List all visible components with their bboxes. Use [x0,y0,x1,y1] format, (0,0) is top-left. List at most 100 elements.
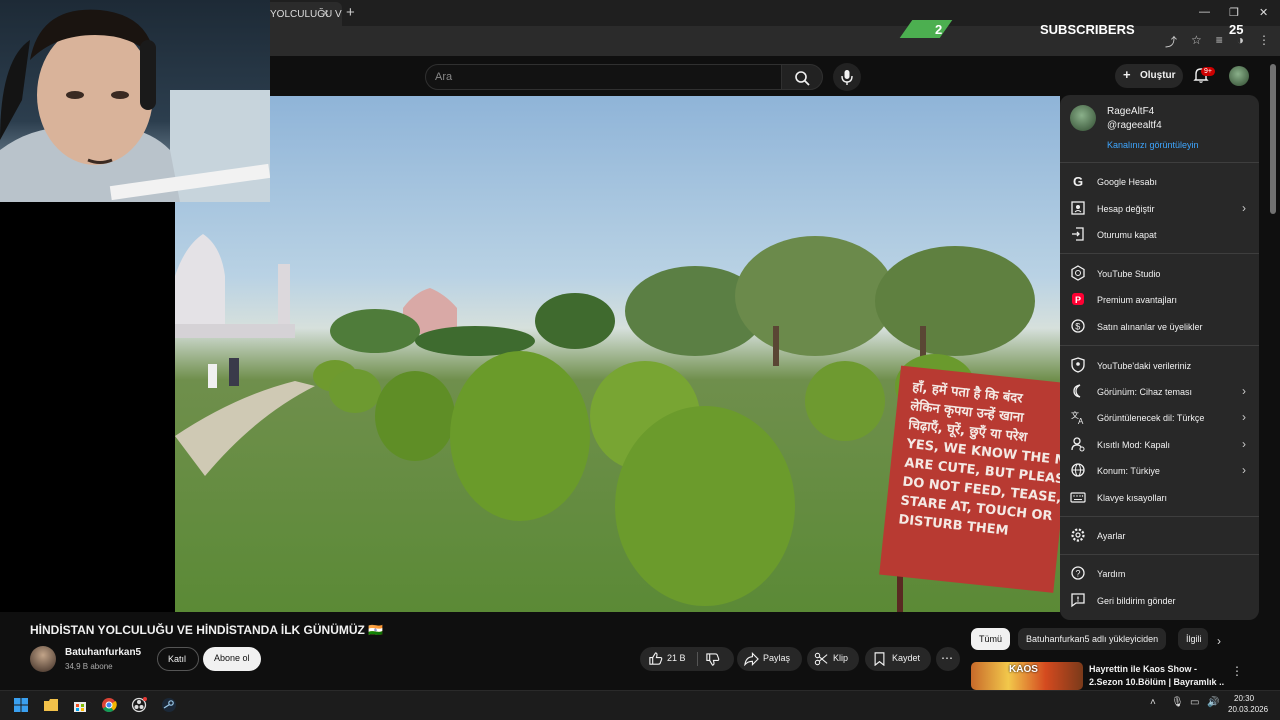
menu-item-label: YouTube'daki verileriniz [1097,361,1192,371]
minimize-button[interactable]: — [1199,6,1210,18]
purchases-icon: $ [1071,319,1085,333]
channel-name[interactable]: Batuhanfurkan5 [65,647,141,658]
search-input[interactable]: Ara [425,64,782,90]
menu-avatar [1070,105,1096,131]
menu-item-label: Ayarlar [1097,531,1126,541]
close-window-button[interactable]: ✕ [1259,6,1268,19]
recommendation-thumbnail[interactable]: KAOS [971,662,1083,690]
menu-item-send-feedback[interactable]: Geri bildirim gönder [1070,592,1252,612]
menu-item-premium-benefits[interactable]: P Premium avantajları [1070,291,1252,311]
cast-icon[interactable]: ≡ [1216,33,1223,50]
help-icon: ? [1071,566,1085,580]
maximize-button[interactable]: ❐ [1229,6,1239,19]
share-button[interactable]: Paylaş [737,647,802,671]
voice-search-button[interactable] [833,63,861,91]
subscribe-label: Abone ol [214,653,250,663]
switch-account-icon [1071,201,1085,215]
data-shield-icon [1071,357,1085,373]
like-button[interactable]: 21 B [640,647,697,671]
chrome-icon[interactable] [101,697,117,713]
join-button[interactable]: Katıl [157,647,199,671]
menu-item-label: Premium avantajları [1097,295,1178,305]
menu-item-label: Görüntülenecek dil: Türkçe [1097,413,1205,423]
account-name: RageAltF4 [1107,106,1155,117]
subscriber-goal: 25 [1229,22,1244,37]
menu-item-purchases[interactable]: $ Satın alınanlar ve üyelikler [1070,318,1252,338]
menu-item-appearance[interactable]: Görünüm: Cihaz teması › [1070,383,1252,403]
menu-item-google-account[interactable]: G Google Hesabı [1070,173,1252,193]
menu-item-label: Google Hesabı [1097,177,1158,187]
windows-start-icon[interactable] [13,697,29,713]
streamer-figure [0,9,270,202]
taskbar-time[interactable]: 20:30 [1234,694,1254,703]
svg-text:G: G [1073,174,1083,189]
microphone-tray-icon[interactable]: 🎙 [1171,697,1184,708]
share-page-icon[interactable]: ⤴ [1165,33,1177,50]
menu-item-location[interactable]: Konum: Türkiye › [1070,462,1252,482]
chevron-right-icon: › [1242,410,1246,424]
menu-item-label: YouTube Studio [1097,269,1161,279]
tab-close-icon[interactable]: × [322,6,329,20]
sign-out-icon [1072,227,1084,241]
menu-divider [1060,554,1259,555]
subscriber-label: SUBSCRIBERS [1040,22,1135,37]
menu-item-switch-account[interactable]: Hesap değiştir › [1070,200,1252,220]
view-channel-link[interactable]: Kanalınızı görüntüleyin [1107,140,1199,150]
clip-button[interactable]: Klip [807,647,859,671]
thumbs-down-icon [706,653,720,666]
create-button[interactable]: + Oluştur [1115,64,1183,88]
dislike-button[interactable] [698,647,734,671]
channel-avatar[interactable] [30,646,56,672]
webcam-overlay [0,0,270,202]
menu-item-label: Satın alınanlar ve üyelikler [1097,322,1203,332]
chip-related[interactable]: İlgili [1178,628,1208,650]
recommendation-title-line1[interactable]: Hayrettin ile Kaos Show - [1089,664,1197,674]
menu-item-keyboard-shortcuts[interactable]: Klavye kısayolları [1070,489,1252,509]
account-avatar-button[interactable] [1229,66,1249,86]
recommendation-title-line2[interactable]: 2.Sezon 10.Bölüm | Bayramlık ... [1089,677,1224,687]
file-explorer-icon[interactable] [43,697,59,713]
menu-item-language[interactable]: 文A Görüntülenecek dil: Türkçe › [1070,409,1252,429]
menu-item-settings[interactable]: Ayarlar [1070,527,1252,547]
more-actions-button[interactable]: ⋯ [936,647,960,671]
google-icon: G [1073,174,1083,189]
volume-tray-icon[interactable]: 🔊 [1207,697,1219,708]
save-button[interactable]: Kaydet [865,647,931,671]
tray-expand-icon[interactable]: ˄ [1150,697,1156,708]
chevron-right-icon: › [1242,201,1246,215]
video-player[interactable]: हाँ, हमें पता है कि बंदर लेकिन कृपया उन्… [175,96,1060,612]
page-scrollbar[interactable] [1270,64,1276,214]
search-button[interactable] [781,64,823,90]
subscriber-count: 2 [935,22,943,37]
new-tab-button[interactable]: + [346,4,355,21]
more-actions-icon: ⋯ [941,651,953,665]
menu-item-restricted-mode[interactable]: Kısıtlı Mod: Kapalı › [1070,436,1252,456]
video-frame [175,234,1060,612]
menu-item-help[interactable]: ? Yardım [1070,565,1252,585]
globe-icon [1071,463,1085,477]
letterbox-left [0,202,175,612]
recommendation-menu-icon[interactable]: ⋮ [1231,664,1243,678]
browser-tab[interactable]: YOLCULUĞU V [262,2,342,26]
subscribe-button[interactable]: Abone ol [203,647,261,671]
chip-all[interactable]: Tümü [971,628,1011,650]
browser-menu-icon[interactable]: ⋮ [1258,33,1270,50]
menu-item-label: Kısıtlı Mod: Kapalı [1097,440,1171,450]
menu-item-youtube-studio[interactable]: YouTube Studio [1070,265,1252,285]
chip-scroll-right-icon[interactable]: › [1217,634,1221,648]
obs-icon[interactable] [131,697,147,713]
menu-divider [1060,516,1259,517]
chip-from-uploader[interactable]: Batuhanfurkan5 adlı yükleyiciden [1018,628,1167,650]
menu-divider [1060,345,1259,346]
bookmark-star-icon[interactable]: ☆ [1191,33,1202,50]
menu-item-label: Oturumu kapat [1097,230,1157,240]
restricted-mode-icon [1071,437,1085,452]
search-placeholder: Ara [435,71,453,83]
network-tray-icon[interactable]: ▭ [1190,697,1199,708]
menu-item-sign-out[interactable]: Oturumu kapat [1070,226,1252,246]
notification-badge: 9+ [1201,67,1215,76]
taskbar-date[interactable]: 20.03.2026 [1228,705,1268,714]
store-icon[interactable] [72,697,88,713]
menu-item-your-data[interactable]: YouTube'daki verileriniz [1070,357,1252,377]
steam-icon[interactable] [161,697,177,713]
